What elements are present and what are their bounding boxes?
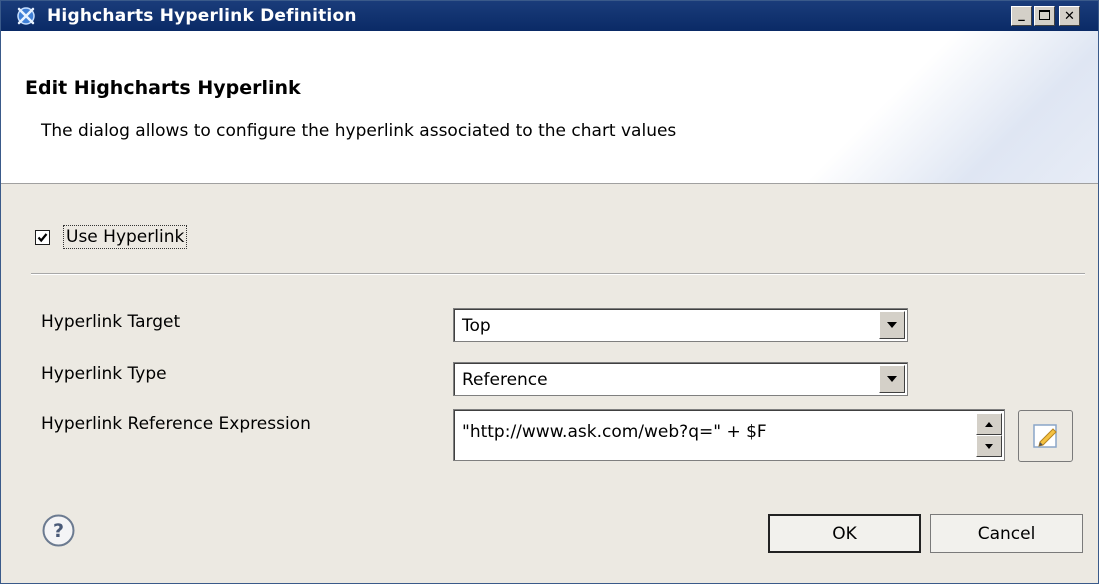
help-button[interactable]: ?: [42, 514, 75, 547]
page-title: Edit Highcharts Hyperlink: [25, 77, 301, 99]
scroll-down-button[interactable]: [976, 435, 1002, 457]
separator: [31, 273, 1085, 275]
scroll-up-button[interactable]: [976, 413, 1002, 435]
help-icon: ?: [42, 514, 75, 547]
pencil-icon: [1032, 424, 1057, 448]
hyperlink-expression-label: Hyperlink Reference Expression: [41, 414, 311, 434]
window-title: Highcharts Hyperlink Definition: [47, 6, 357, 26]
minimize-icon: _: [1018, 6, 1025, 22]
hyperlink-target-select[interactable]: Top: [453, 308, 908, 342]
hyperlink-target-value: Top: [462, 316, 491, 336]
use-hyperlink-checkbox[interactable]: [35, 229, 50, 245]
minimize-button[interactable]: _: [1011, 6, 1032, 26]
header-banner: Edit Highcharts Hyperlink The dialog all…: [1, 31, 1098, 184]
page-description: The dialog allows to configure the hyper…: [41, 121, 677, 141]
checkmark-icon: [37, 232, 48, 242]
chevron-up-icon: [985, 421, 993, 427]
title-bar[interactable]: Highcharts Hyperlink Definition _ ✕: [1, 1, 1098, 31]
close-icon: ✕: [1064, 8, 1075, 24]
edit-expression-button[interactable]: [1018, 410, 1073, 462]
app-icon: [15, 6, 37, 26]
hyperlink-type-label: Hyperlink Type: [41, 364, 167, 384]
chevron-down-icon[interactable]: [879, 365, 905, 393]
dialog-window: Highcharts Hyperlink Definition _ ✕ Edit…: [0, 0, 1099, 584]
hyperlink-type-select[interactable]: Reference: [453, 362, 908, 396]
use-hyperlink-label[interactable]: Use Hyperlink: [63, 225, 188, 249]
close-button[interactable]: ✕: [1059, 6, 1080, 26]
svg-text:?: ?: [53, 520, 64, 542]
hyperlink-target-label: Hyperlink Target: [41, 312, 181, 332]
chevron-down-icon[interactable]: [879, 311, 905, 339]
chevron-down-icon: [985, 443, 993, 449]
banner-decoration: [798, 31, 1098, 183]
use-hyperlink-row[interactable]: Use Hyperlink: [35, 225, 188, 249]
hyperlink-expression-field[interactable]: "http://www.ask.com/web?q=" + $F: [453, 409, 1005, 461]
ok-button[interactable]: OK: [768, 514, 921, 553]
maximize-button[interactable]: [1034, 6, 1055, 26]
hyperlink-type-value: Reference: [462, 370, 548, 390]
maximize-icon: [1039, 9, 1050, 24]
cancel-button[interactable]: Cancel: [930, 514, 1083, 553]
hyperlink-expression-value: "http://www.ask.com/web?q=" + $F: [462, 422, 767, 442]
